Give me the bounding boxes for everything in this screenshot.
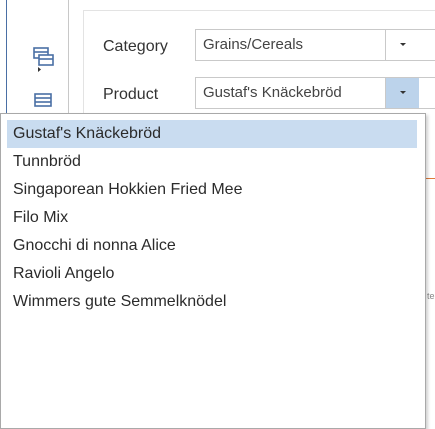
dropdown-option[interactable]: Tunnbröd xyxy=(7,148,417,176)
toolbar-column xyxy=(22,0,66,118)
chevron-down-icon xyxy=(400,43,406,46)
category-dropdown-button[interactable] xyxy=(385,30,419,60)
filter-panel: Category Grains/Cereals Product Gustaf's… xyxy=(83,10,435,119)
toolbar-divider xyxy=(68,0,69,118)
product-value: Gustaf's Knäckebröd xyxy=(203,84,342,101)
dropdown-option[interactable]: Gnocchi di nonna Alice xyxy=(7,232,417,260)
dropdown-option[interactable]: Filo Mix xyxy=(7,204,417,232)
app-window: Category Grains/Cereals Product Gustaf's… xyxy=(0,0,435,429)
product-label: Product xyxy=(103,86,159,103)
dropdown-option[interactable]: Wimmers gute Semmelknödel xyxy=(7,288,417,316)
dropdown-option[interactable]: Ravioli Angelo xyxy=(7,260,417,288)
chevron-down-icon xyxy=(400,91,406,94)
product-dropdown-button[interactable] xyxy=(385,78,419,108)
left-accent-line xyxy=(6,0,7,118)
dropdown-option[interactable]: Gustaf's Knäckebröd xyxy=(7,120,417,148)
dropdown-option[interactable]: Singaporean Hokkien Fried Mee xyxy=(7,176,417,204)
category-combobox[interactable]: Grains/Cereals xyxy=(195,29,435,61)
category-value: Grains/Cereals xyxy=(203,36,304,53)
table-icon[interactable] xyxy=(32,46,54,77)
product-dropdown-list[interactable]: Gustaf's Knäckebröd Tunnbröd Singaporean… xyxy=(0,113,426,429)
category-label: Category xyxy=(103,38,168,55)
background-fragment: te xyxy=(427,291,435,301)
product-combobox[interactable]: Gustaf's Knäckebröd xyxy=(195,77,435,109)
